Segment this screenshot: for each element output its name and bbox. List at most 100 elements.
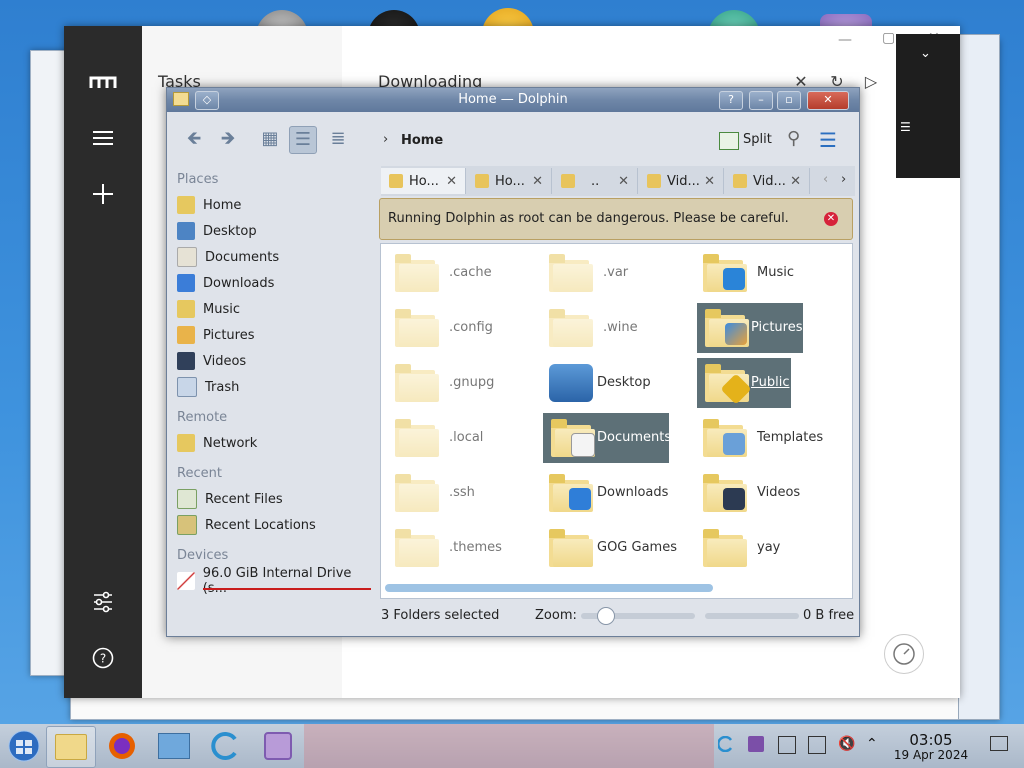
chevron-down-icon[interactable]: ⌄ bbox=[920, 46, 931, 61]
file-item[interactable]: Pictures bbox=[697, 303, 803, 353]
tab-scroll-right-icon[interactable]: › bbox=[841, 172, 846, 187]
tab-close-icon[interactable]: ✕ bbox=[532, 174, 543, 189]
speed-gauge-icon[interactable] bbox=[884, 634, 924, 674]
file-item[interactable]: Public bbox=[697, 358, 791, 408]
clock-time[interactable]: 03:05 bbox=[900, 731, 962, 749]
file-manager-taskbar-icon[interactable] bbox=[46, 726, 96, 768]
file-item[interactable]: Music bbox=[695, 248, 835, 298]
free-space-label: 0 B free bbox=[803, 608, 855, 623]
app-taskbar-icon[interactable] bbox=[254, 726, 302, 766]
file-name: Downloads bbox=[597, 485, 669, 500]
file-item[interactable]: .ssh bbox=[387, 468, 527, 518]
public-folder-icon bbox=[705, 364, 752, 405]
tab-close-icon[interactable]: ✕ bbox=[446, 174, 457, 189]
search-icon[interactable]: ⚲ bbox=[787, 128, 800, 149]
place-trash[interactable]: Trash bbox=[177, 376, 239, 398]
file-name: .gnupg bbox=[449, 375, 495, 390]
place-home[interactable]: Home bbox=[177, 194, 241, 216]
place-videos[interactable]: Videos bbox=[177, 350, 246, 372]
file-item[interactable]: Documents bbox=[543, 413, 671, 463]
app-logo-icon[interactable] bbox=[85, 64, 121, 100]
file-item[interactable]: .var bbox=[541, 248, 681, 298]
file-item[interactable]: yay bbox=[695, 523, 835, 573]
home-folder-icon bbox=[177, 196, 195, 214]
system-settings-taskbar-icon[interactable] bbox=[150, 726, 198, 766]
file-item[interactable]: .cache bbox=[387, 248, 527, 298]
start-menu-icon[interactable] bbox=[0, 726, 48, 766]
clock-date[interactable]: 19 Apr 2024 bbox=[890, 748, 972, 762]
dolphin-titlebar[interactable]: ◇ Home — Dolphin ? – ▫ ✕ bbox=[167, 88, 859, 112]
file-item[interactable]: .config bbox=[387, 303, 527, 353]
folder-icon bbox=[647, 174, 661, 188]
maximize-button[interactable]: ▫ bbox=[777, 91, 801, 110]
compact-view-icon[interactable]: ☰ bbox=[289, 126, 317, 154]
place-music[interactable]: Music bbox=[177, 298, 240, 320]
icons-view-icon[interactable]: ▦ bbox=[257, 126, 283, 152]
minimize-button[interactable]: – bbox=[749, 91, 773, 110]
minimize-icon[interactable]: — bbox=[838, 32, 852, 48]
tab-parent[interactable]: .. ✕ bbox=[553, 168, 638, 194]
tab-close-icon[interactable]: ✕ bbox=[618, 174, 629, 189]
file-item[interactable]: Templates bbox=[695, 413, 835, 463]
hamburger-menu-icon[interactable]: ☰ bbox=[819, 128, 837, 152]
firefox-taskbar-icon[interactable] bbox=[98, 726, 146, 766]
tray-expand-chevron-icon[interactable]: ⌃ bbox=[866, 736, 882, 752]
place-videos-label: Videos bbox=[203, 353, 247, 369]
downloads-icon bbox=[177, 274, 195, 292]
zoom-slider-handle[interactable] bbox=[597, 607, 615, 625]
file-item[interactable]: .wine bbox=[541, 303, 681, 353]
settings-sliders-icon[interactable] bbox=[85, 584, 121, 620]
help-button[interactable]: ? bbox=[719, 91, 743, 110]
clipboard-tray-icon[interactable] bbox=[748, 736, 764, 752]
place-recent-locations[interactable]: Recent Locations bbox=[177, 514, 316, 536]
details-view-icon[interactable]: ≣ bbox=[325, 126, 351, 152]
dolphin-window[interactable]: ◇ Home — Dolphin ? – ▫ ✕ 🡸 🡺 ▦ ☰ ≣ › Hom… bbox=[166, 87, 860, 637]
file-view[interactable]: .cache .var Music .config .wine Pictures… bbox=[380, 243, 853, 599]
horizontal-scrollbar[interactable] bbox=[385, 584, 713, 592]
place-network[interactable]: Network bbox=[177, 432, 257, 454]
maximize-icon[interactable]: ▢ bbox=[882, 30, 895, 46]
place-desktop[interactable]: Desktop bbox=[177, 220, 257, 242]
tab-videos-1[interactable]: Vid... ✕ bbox=[639, 168, 724, 194]
split-view-icon[interactable] bbox=[719, 132, 739, 150]
downloads-folder-icon bbox=[549, 474, 593, 512]
tab-home-1[interactable]: Ho... ✕ bbox=[381, 168, 466, 194]
close-button[interactable]: ✕ bbox=[807, 91, 849, 110]
file-item[interactable]: .local bbox=[387, 413, 527, 463]
file-item[interactable]: .themes bbox=[387, 523, 527, 573]
file-item[interactable]: Videos bbox=[695, 468, 835, 518]
menu-icon[interactable] bbox=[85, 120, 121, 156]
file-item[interactable]: Downloads bbox=[541, 468, 681, 518]
recent-locations-icon bbox=[177, 515, 197, 535]
split-button-label[interactable]: Split bbox=[743, 132, 772, 147]
file-item[interactable]: GOG Games bbox=[541, 523, 681, 573]
place-documents[interactable]: Documents bbox=[177, 246, 279, 268]
place-recent-files[interactable]: Recent Files bbox=[177, 488, 283, 510]
file-item[interactable]: Desktop bbox=[541, 358, 681, 408]
forward-icon[interactable]: 🡺 bbox=[215, 126, 241, 152]
tab-videos-2[interactable]: Vid... ✕ bbox=[725, 168, 810, 194]
tab-scroll-left-icon[interactable]: ‹ bbox=[823, 172, 828, 187]
dismiss-warning-icon[interactable]: ✕ bbox=[824, 212, 838, 226]
show-desktop-icon[interactable] bbox=[990, 736, 1008, 751]
tab-home-2[interactable]: Ho... ✕ bbox=[467, 168, 552, 194]
device-tray-icon[interactable] bbox=[778, 736, 796, 754]
hamburger-icon[interactable]: ☰ bbox=[900, 120, 911, 134]
pictures-folder-icon bbox=[705, 309, 749, 347]
place-downloads-label: Downloads bbox=[203, 275, 275, 291]
play-icon[interactable]: ▷ bbox=[860, 71, 882, 93]
browser-tray-icon[interactable] bbox=[717, 735, 734, 753]
add-task-icon[interactable] bbox=[85, 176, 121, 212]
place-pictures[interactable]: Pictures bbox=[177, 324, 254, 346]
tab-close-icon[interactable]: ✕ bbox=[790, 174, 801, 189]
volume-muted-icon[interactable]: 🔇 bbox=[838, 736, 855, 752]
file-item[interactable]: .gnupg bbox=[387, 358, 527, 408]
place-network-label: Network bbox=[203, 435, 258, 451]
place-downloads[interactable]: Downloads bbox=[177, 272, 274, 294]
breadcrumb-home[interactable]: Home bbox=[401, 133, 443, 148]
back-icon[interactable]: 🡸 bbox=[181, 126, 207, 152]
notes-tray-icon[interactable] bbox=[808, 736, 826, 754]
help-icon[interactable]: ? bbox=[85, 640, 121, 676]
tab-close-icon[interactable]: ✕ bbox=[704, 174, 715, 189]
browser-c-taskbar-icon[interactable] bbox=[202, 726, 250, 766]
